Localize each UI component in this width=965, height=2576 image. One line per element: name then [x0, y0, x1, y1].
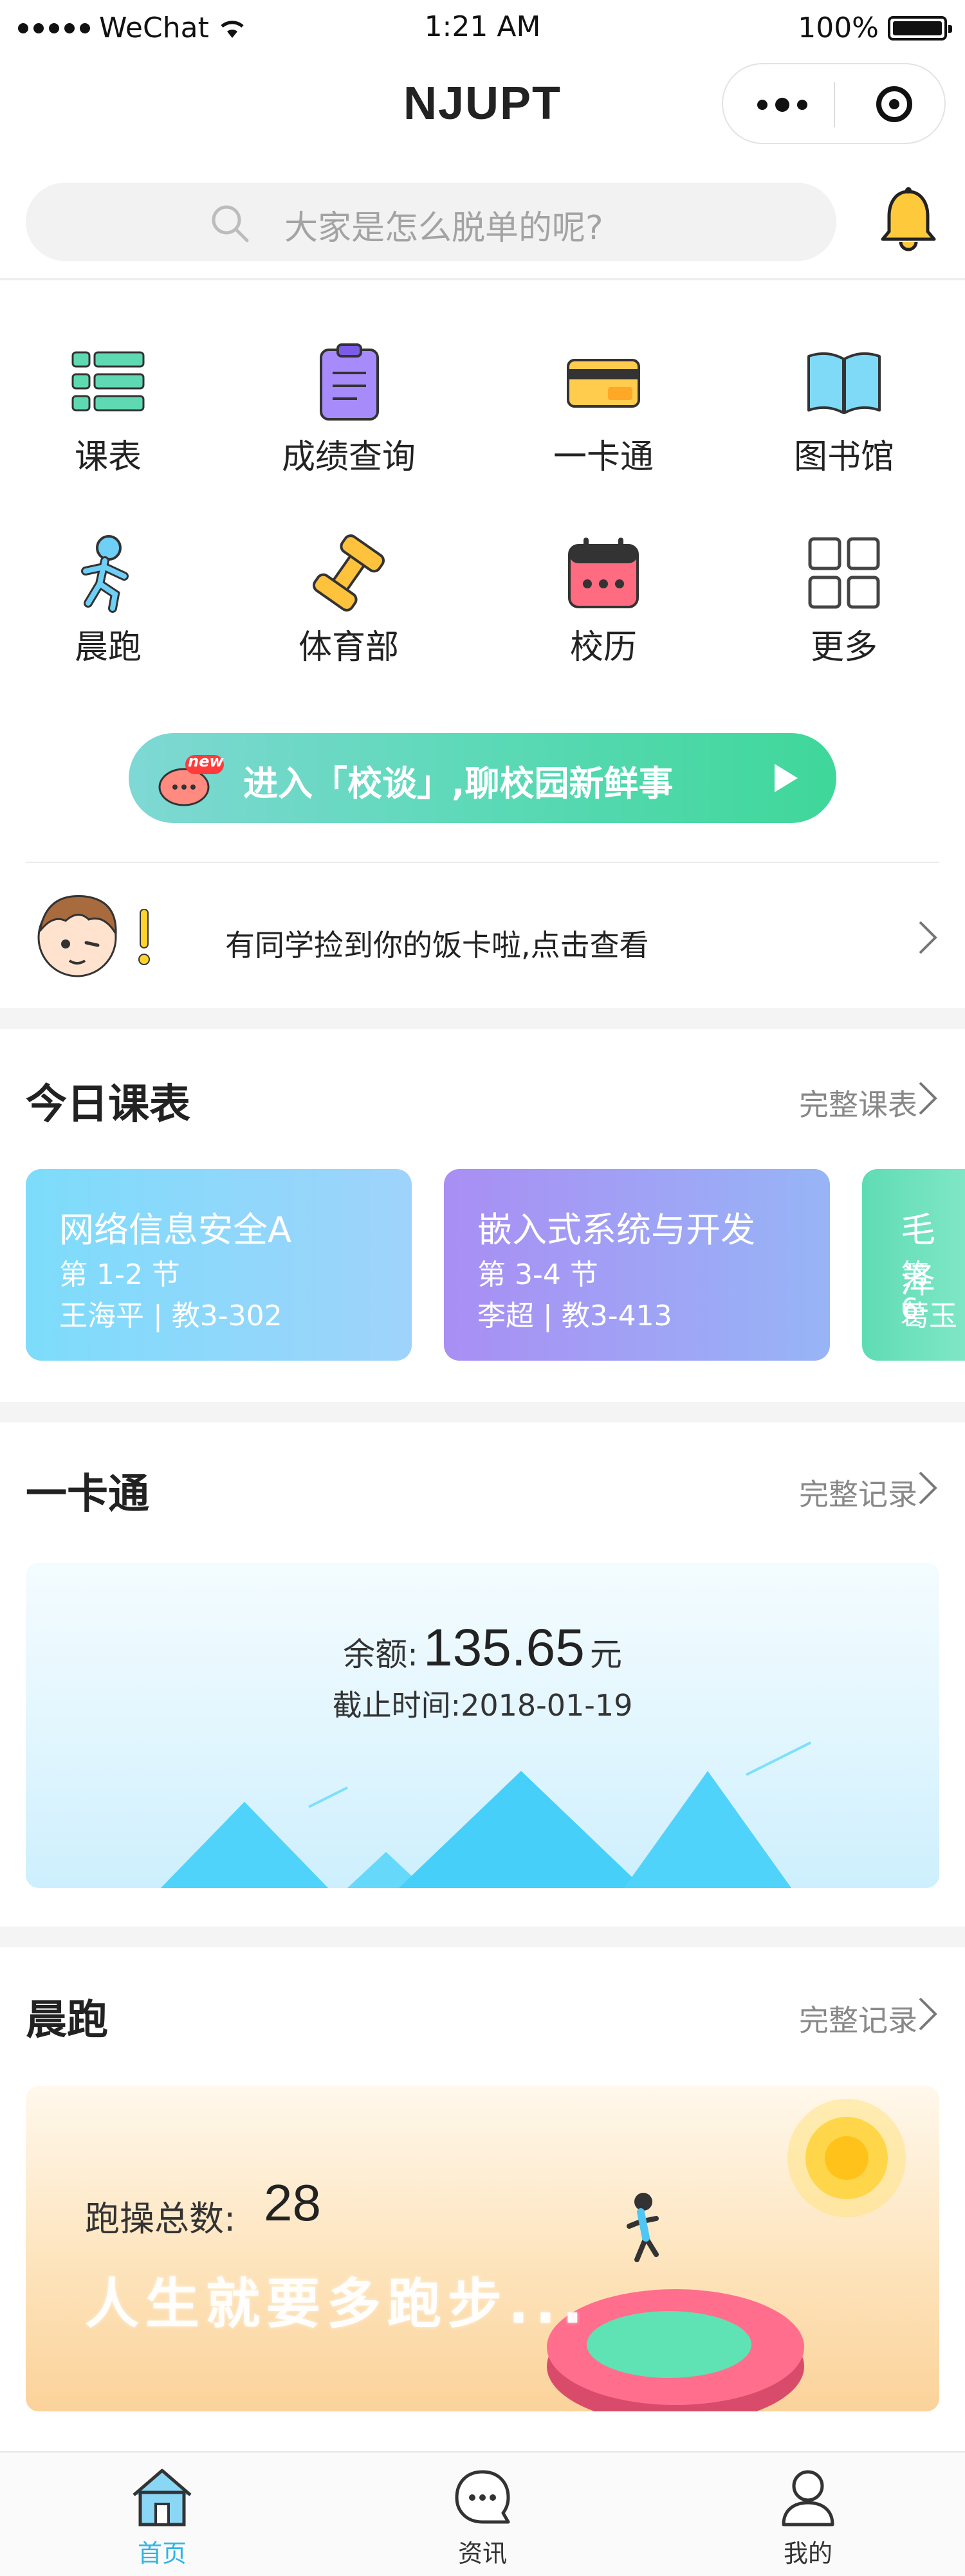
chevron-right-icon	[919, 1082, 937, 1115]
course-teacher-room: 李超 | 教3-413	[477, 1300, 672, 1332]
chevron-right-icon	[919, 1471, 937, 1505]
run-count-label: 跑操总数:	[85, 2199, 236, 2239]
banner-text: 进入「校谈」,聊校园新鲜事	[243, 763, 674, 804]
book-icon	[807, 352, 881, 414]
grid-label: 一卡通	[553, 438, 654, 476]
balance-date: 截止时间:2018-01-19	[332, 1688, 633, 1723]
divider	[26, 862, 939, 863]
grid-item-grades[interactable]: 成绩查询	[252, 341, 445, 478]
grid-label: 校历	[569, 628, 637, 667]
card-icon	[567, 359, 640, 408]
course-card[interactable]: 网络信息安全A 第 1-2 节 王海平 | 教3-302	[26, 1169, 412, 1361]
grid-icon	[808, 537, 880, 609]
balance-unit: 元	[589, 1636, 622, 1673]
grid-label: 成绩查询	[281, 438, 416, 476]
running-track-illustration	[547, 2099, 906, 2411]
grid-label: 更多	[810, 628, 878, 667]
exclamation-icon	[138, 909, 150, 965]
run-records-link[interactable]: 完整记录	[799, 1997, 917, 2040]
schedule-title: 今日课表	[26, 1081, 190, 1129]
grid-label: 晨跑	[74, 628, 142, 667]
battery-group: 100%	[798, 12, 952, 44]
section-gap	[0, 1927, 965, 1947]
close-miniprogram-button[interactable]	[876, 86, 912, 122]
profile-icon	[782, 2470, 834, 2526]
list-icon	[71, 351, 145, 412]
more-options-button[interactable]	[750, 89, 814, 121]
full-records-link[interactable]: 完整记录	[799, 1471, 917, 1514]
morning-run-title: 晨跑	[26, 1997, 108, 2044]
calendar-icon	[568, 538, 639, 608]
dumbbell-icon	[313, 534, 385, 612]
run-slogan: 人生就要多跑步...	[85, 2272, 589, 2336]
grid-item-campus-card[interactable]: 一卡通	[507, 341, 700, 478]
grid-item-more[interactable]: 更多	[748, 531, 941, 668]
miniprogram-capsule	[722, 63, 946, 144]
home-icon	[133, 2469, 192, 2526]
notice-text: 有同学捡到你的饭卡啦,点击查看	[225, 928, 649, 963]
tab-news[interactable]: 资讯	[386, 2465, 579, 2569]
tab-profile[interactable]: 我的	[712, 2465, 905, 2569]
chevron-right-icon	[919, 921, 937, 954]
battery-icon	[888, 15, 952, 41]
avatar	[37, 894, 117, 977]
tab-label: 我的	[783, 2539, 832, 2568]
grid-item-schedule[interactable]: 课表	[12, 341, 205, 478]
section-gap	[0, 1008, 965, 1029]
capsule-divider	[834, 82, 835, 127]
balance-row: 余额:135.65 元	[26, 1618, 939, 1678]
chat-icon	[455, 2470, 510, 2524]
mountains-illustration	[161, 1741, 811, 1888]
bell-icon[interactable]	[876, 185, 941, 256]
course-session: 第 3-4 节	[477, 1258, 598, 1291]
grid-item-morning-run[interactable]: 晨跑	[12, 531, 205, 668]
clipboard-icon	[320, 343, 379, 421]
battery-percent: 100%	[798, 12, 879, 44]
course-card[interactable]: 毛泽 第 6- 葛玉	[862, 1169, 965, 1361]
course-teacher-room: 葛玉	[901, 1300, 957, 1332]
tab-home[interactable]: 首页	[66, 2465, 259, 2569]
header-divider	[0, 278, 965, 280]
grid-item-library[interactable]: 图书馆	[748, 341, 941, 478]
play-icon	[775, 764, 798, 792]
status-bar: WeChat 1:21 AM 100%	[0, 0, 965, 58]
run-count-value: 28	[264, 2174, 321, 2231]
grid-item-calendar[interactable]: 校历	[507, 531, 700, 668]
chevron-right-icon	[919, 1997, 937, 2031]
grid-item-sports-dept[interactable]: 体育部	[252, 531, 445, 668]
course-card[interactable]: 嵌入式系统与开发 第 3-4 节 李超 | 教3-413	[444, 1169, 830, 1361]
course-name: 网络信息安全A	[59, 1210, 291, 1250]
morning-run-card[interactable]: 跑操总数: 28 人生就要多跑步...	[26, 2086, 939, 2411]
search-placeholder: 大家是怎么脱单的呢?	[284, 209, 603, 248]
ecard-title: 一卡通	[26, 1471, 149, 1518]
xiaotan-banner[interactable]: new 进入「校谈」,聊校园新鲜事	[129, 733, 836, 823]
balance-label: 余额:	[343, 1636, 419, 1673]
balance-value: 135.65	[423, 1619, 585, 1677]
section-gap	[0, 1402, 965, 1422]
full-schedule-link[interactable]: 完整课表	[799, 1082, 917, 1124]
course-teacher-room: 王海平 | 教3-302	[59, 1300, 282, 1332]
course-name: 嵌入式系统与开发	[477, 1210, 755, 1250]
new-badge: new	[188, 752, 224, 770]
grid-label: 图书馆	[793, 438, 894, 476]
tab-bar: 首页 资讯 我的	[0, 2451, 965, 2576]
search-input[interactable]: 大家是怎么脱单的呢?	[26, 183, 836, 261]
grid-label: 课表	[74, 438, 142, 476]
tab-label: 首页	[137, 2539, 187, 2568]
tab-label: 资讯	[457, 2539, 507, 2568]
runner-icon	[81, 535, 129, 613]
grid-label: 体育部	[298, 628, 399, 667]
course-session: 第 1-2 节	[59, 1258, 180, 1291]
ecard-balance-card[interactable]: 余额:135.65 元 截止时间:2018-01-19	[26, 1563, 939, 1888]
search-icon	[212, 205, 249, 242]
